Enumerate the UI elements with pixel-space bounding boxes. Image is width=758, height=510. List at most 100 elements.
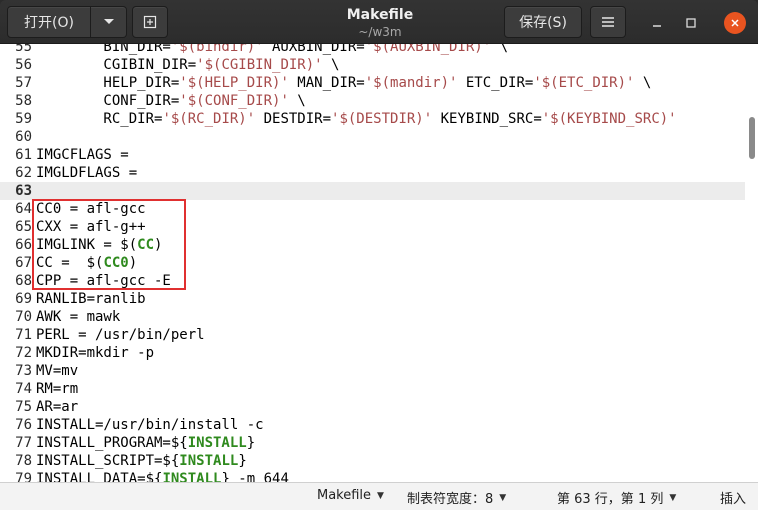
string-token: '$(KEYBIND_SRC)' [541, 111, 677, 127]
code-line[interactable]: 61 IMGCFLAGS = [0, 146, 745, 164]
open-button-label: 打开(O) [24, 15, 74, 31]
code-token: AWK = mawk [36, 309, 121, 325]
annotation-highlight-box [32, 199, 186, 290]
line-number: 69 [15, 291, 32, 307]
keyword-token: INSTALL [179, 453, 239, 469]
line-number: 76 [15, 417, 32, 433]
string-token: '$(ETC_DIR)' [533, 75, 635, 91]
code-token: INSTALL=/usr/bin/install -c [36, 417, 264, 433]
line-number: 79 [15, 471, 32, 482]
code-line[interactable]: 73 MV=mv [0, 362, 745, 380]
open-recent-menu-button[interactable] [91, 6, 127, 38]
code-text: CGIBIN_DIR='$(CGIBIN_DIR)' \ [36, 56, 339, 74]
code-line[interactable]: 59 RC_DIR='$(RC_DIR)' DESTDIR='$(DESTDIR… [0, 110, 745, 128]
code-line[interactable]: 57 HELP_DIR='$(HELP_DIR)' MAN_DIR='$(man… [0, 74, 745, 92]
code-token: BIN_DIR= [36, 44, 171, 55]
line-number: 68 [15, 273, 32, 289]
code-line[interactable]: 74 RM=rm [0, 380, 745, 398]
code-token: IMGCFLAGS = [36, 147, 129, 163]
code-line[interactable]: 70 AWK = mawk [0, 308, 745, 326]
code-token: RC_DIR= [36, 111, 163, 127]
code-token: AUXBIN_DIR= [263, 44, 365, 55]
line-number: 58 [15, 93, 32, 109]
code-line[interactable]: 71 PERL = /usr/bin/perl [0, 326, 745, 344]
line-number: 78 [15, 453, 32, 469]
line-number: 66 [15, 237, 32, 253]
code-token: MKDIR=mkdir -p [36, 345, 155, 361]
code-text: AWK = mawk [36, 308, 120, 326]
code-text: RANLIB=ranlib [36, 290, 146, 308]
code-text: INSTALL=/usr/bin/install -c [36, 416, 264, 434]
code-token: \ [634, 75, 652, 91]
code-line[interactable]: 75 AR=ar [0, 398, 745, 416]
maximize-icon [686, 18, 696, 28]
hamburger-menu-icon [602, 17, 614, 27]
code-token: \ [288, 93, 306, 109]
code-token: } [238, 453, 247, 469]
new-tab-button[interactable] [132, 6, 168, 38]
line-number: 67 [15, 255, 32, 271]
cursor-position-label: 第 63 行，第 1 列 [557, 492, 664, 507]
line-number: 60 [15, 129, 32, 145]
line-number: 55 [15, 44, 32, 55]
hamburger-menu-button[interactable] [590, 6, 626, 38]
chevron-down-icon: ▼ [669, 492, 677, 503]
save-button-label: 保存(S) [519, 15, 567, 31]
string-token: '$(bindir)' [170, 44, 264, 55]
code-line[interactable]: 63 [0, 182, 745, 200]
code-text: IMGCFLAGS = [36, 146, 129, 164]
language-selector[interactable]: Makefile ▼ [317, 488, 384, 503]
code-token: DESTDIR= [255, 111, 332, 127]
code-text: RC_DIR='$(RC_DIR)' DESTDIR='$(DESTDIR)' … [36, 110, 677, 128]
chevron-down-icon: ▼ [499, 492, 507, 503]
minimize-button[interactable] [646, 12, 668, 34]
minimize-icon [653, 25, 661, 27]
code-text: AR=ar [36, 398, 78, 416]
status-bar: Makefile ▼ 制表符宽度：8 ▼ 第 63 行，第 1 列 ▼ 插入 [0, 482, 758, 510]
code-text: INSTALL_DATA=${INSTALL} -m 644 [36, 470, 289, 482]
code-line[interactable]: 69 RANLIB=ranlib [0, 290, 745, 308]
line-number: 64 [15, 201, 32, 217]
code-text: INSTALL_PROGRAM=${INSTALL} [36, 434, 255, 452]
code-line[interactable]: 76 INSTALL=/usr/bin/install -c [0, 416, 745, 434]
insert-mode-indicator[interactable]: 插入 [720, 488, 746, 507]
code-line[interactable]: 58 CONF_DIR='$(CONF_DIR)' \ [0, 92, 745, 110]
code-line[interactable]: 62 IMGLDFLAGS = [0, 164, 745, 182]
vertical-scrollbar[interactable] [747, 44, 757, 482]
code-line[interactable]: 77 INSTALL_PROGRAM=${INSTALL} [0, 434, 745, 452]
code-token: INSTALL_DATA=${ [36, 471, 163, 482]
line-number: 74 [15, 381, 32, 397]
tab-width-selector[interactable]: 制表符宽度：8 ▼ [407, 488, 506, 507]
code-token: ETC_DIR= [457, 75, 534, 91]
close-icon [731, 19, 739, 27]
line-number: 71 [15, 327, 32, 343]
open-button[interactable]: 打开(O) [7, 6, 91, 38]
code-token: AR=ar [36, 399, 79, 415]
scrollbar-thumb[interactable] [749, 117, 755, 159]
line-number: 75 [15, 399, 32, 415]
code-line[interactable]: 79 INSTALL_DATA=${INSTALL} -m 644 [0, 470, 745, 482]
code-line[interactable]: 60 [0, 128, 745, 146]
code-token: PERL = /usr/bin/perl [36, 327, 205, 343]
code-token: } [246, 435, 256, 451]
code-line[interactable]: 56 CGIBIN_DIR='$(CGIBIN_DIR)' \ [0, 56, 745, 74]
cursor-position-selector[interactable]: 第 63 行，第 1 列 ▼ [557, 488, 676, 507]
code-line[interactable]: 78 INSTALL_SCRIPT=${INSTALL} [0, 452, 745, 470]
line-number: 56 [15, 57, 32, 73]
code-line[interactable]: 55 BIN_DIR='$(bindir)' AUXBIN_DIR='$(AUX… [0, 44, 745, 56]
text-editor[interactable]: 79 INSTALL_DATA=${INSTALL} -m 644 78 INSTAL… [0, 44, 758, 482]
code-text: INSTALL_SCRIPT=${INSTALL} [36, 452, 247, 470]
save-button[interactable]: 保存(S) [504, 6, 582, 38]
close-button[interactable] [724, 12, 746, 34]
code-token: KEYBIND_SRC= [432, 111, 542, 127]
code-text: BIN_DIR='$(bindir)' AUXBIN_DIR='$(AUXBIN… [36, 44, 508, 56]
code-text: PERL = /usr/bin/perl [36, 326, 205, 344]
code-line[interactable]: 72 MKDIR=mkdir -p [0, 344, 745, 362]
new-document-icon [143, 15, 157, 29]
keyword-token: INSTALL [162, 471, 222, 482]
maximize-button[interactable] [680, 12, 702, 34]
code-token: \ [491, 44, 509, 55]
code-token: HELP_DIR= [36, 75, 180, 91]
string-token: '$(RC_DIR)' [162, 111, 256, 127]
line-number: 65 [15, 219, 32, 235]
